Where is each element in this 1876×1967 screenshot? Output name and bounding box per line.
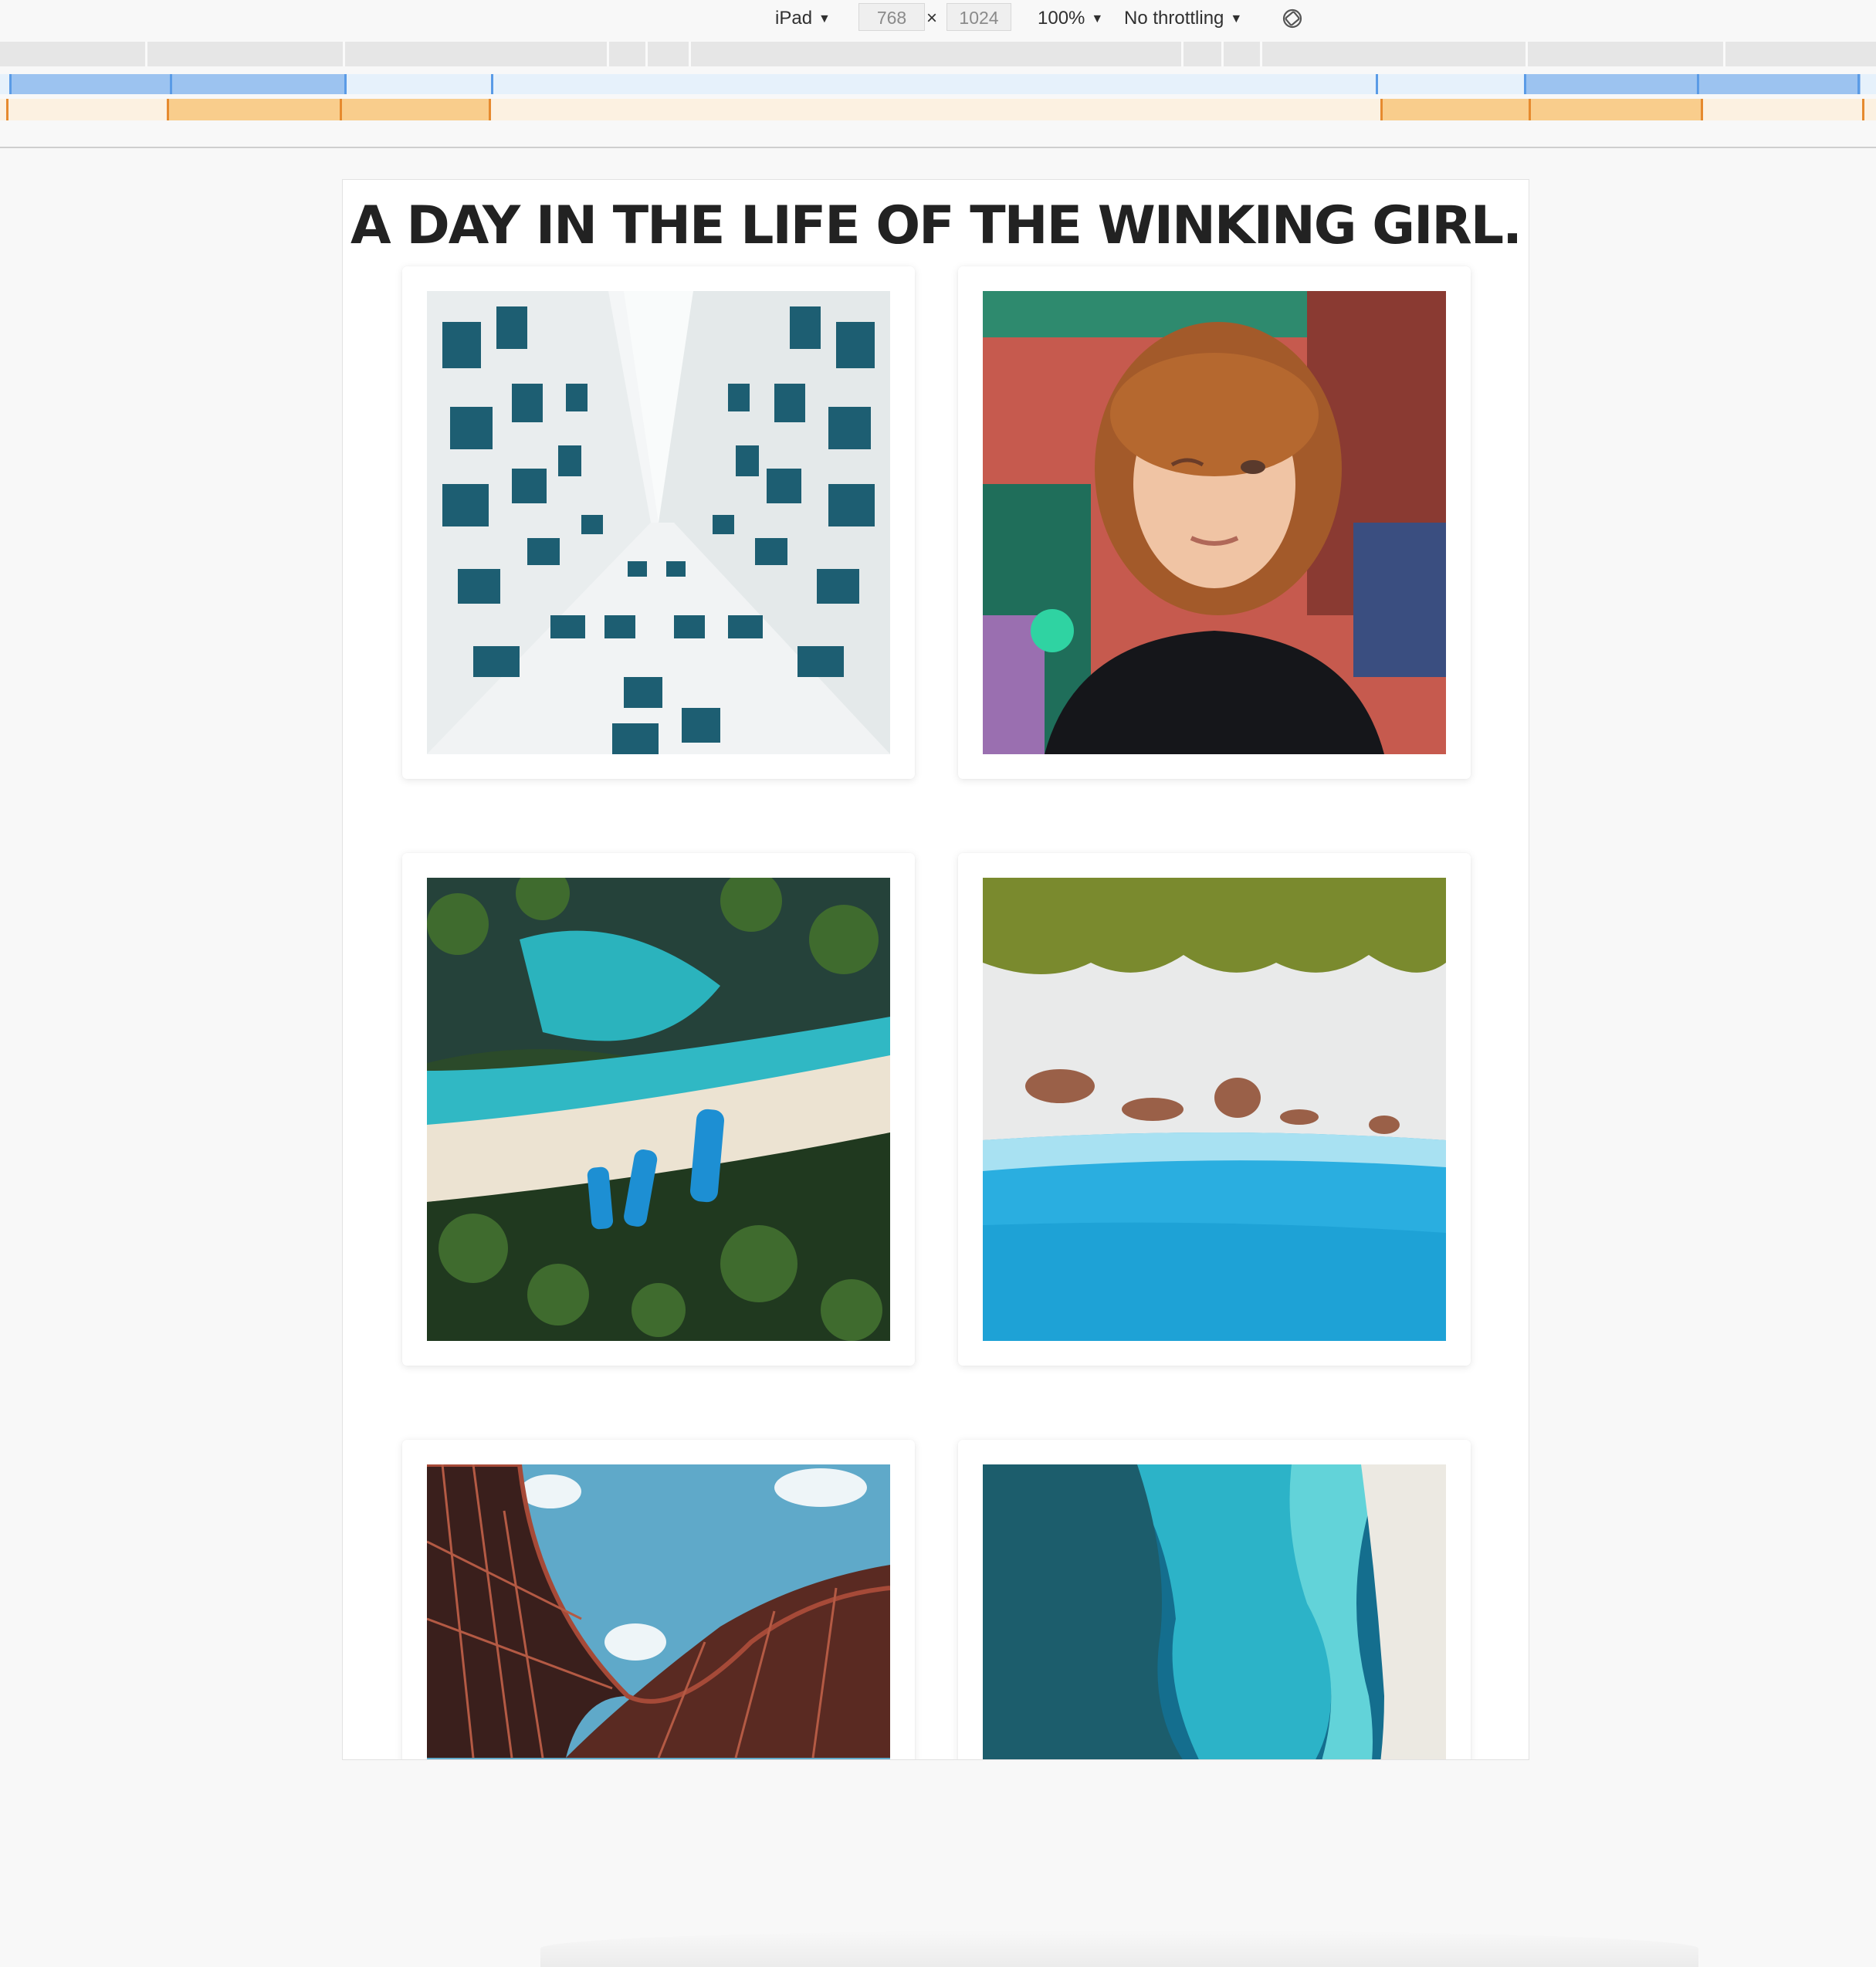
window-shadow	[540, 1930, 1698, 1967]
winking-girl-portrait-photo[interactable]	[983, 291, 1446, 754]
media-query-segment[interactable]	[340, 99, 491, 120]
building-looking-up-photo[interactable]	[427, 291, 890, 754]
toolbar-divider	[0, 147, 1876, 148]
media-query-segment[interactable]	[9, 74, 171, 94]
throttling-select[interactable]: No throttling ▼	[1124, 5, 1242, 32]
caret-down-icon: ▼	[1230, 12, 1243, 25]
curved-building-sky-photo[interactable]	[427, 1464, 890, 1759]
gallery-card[interactable]	[402, 1440, 915, 1759]
device-viewport[interactable]: A DAY IN THE LIFE OF THE WINKING GIRL.	[342, 179, 1529, 1760]
dimension-separator: ×	[926, 8, 938, 29]
zoom-select[interactable]: 100% ▼	[1038, 5, 1103, 32]
device-select[interactable]: iPad ▼	[775, 5, 831, 32]
media-query-segment[interactable]	[1380, 99, 1532, 120]
tropical-beach-boats-aerial-photo[interactable]	[427, 878, 890, 1341]
media-query-segment[interactable]	[1529, 99, 1703, 120]
throttling-label: No throttling	[1124, 8, 1224, 29]
beach-shoreline-aerial-photo[interactable]	[983, 878, 1446, 1341]
breakpoint-ruler[interactable]	[0, 42, 1876, 66]
media-query-segment[interactable]	[167, 99, 341, 120]
rotate-icon[interactable]	[1280, 6, 1305, 31]
caret-down-icon: ▼	[1091, 12, 1104, 25]
height-input[interactable]: 1024	[946, 3, 1011, 31]
media-query-segment[interactable]	[1697, 74, 1861, 94]
ocean-rocks-aerial-photo[interactable]	[983, 1464, 1446, 1759]
media-query-segment[interactable]	[170, 74, 344, 94]
width-input[interactable]: 768	[858, 3, 925, 31]
gallery-card[interactable]	[958, 1440, 1471, 1759]
gallery-card[interactable]	[958, 266, 1471, 779]
media-query-segment[interactable]	[1524, 74, 1698, 94]
max-width-media-query-bar[interactable]	[0, 74, 1876, 94]
device-label: iPad	[775, 8, 813, 29]
caret-down-icon: ▼	[818, 12, 831, 25]
gallery-card[interactable]	[402, 853, 915, 1366]
gallery-card[interactable]	[402, 266, 915, 779]
device-toolbar: iPad ▼ 768 × 1024 100% ▼ No throttling ▼	[0, 0, 1876, 37]
min-width-media-query-bar[interactable]	[0, 99, 1876, 120]
page-title: A DAY IN THE LIFE OF THE WINKING GIRL.	[350, 195, 1522, 256]
zoom-label: 100%	[1038, 8, 1085, 29]
gallery-card[interactable]	[958, 853, 1471, 1366]
